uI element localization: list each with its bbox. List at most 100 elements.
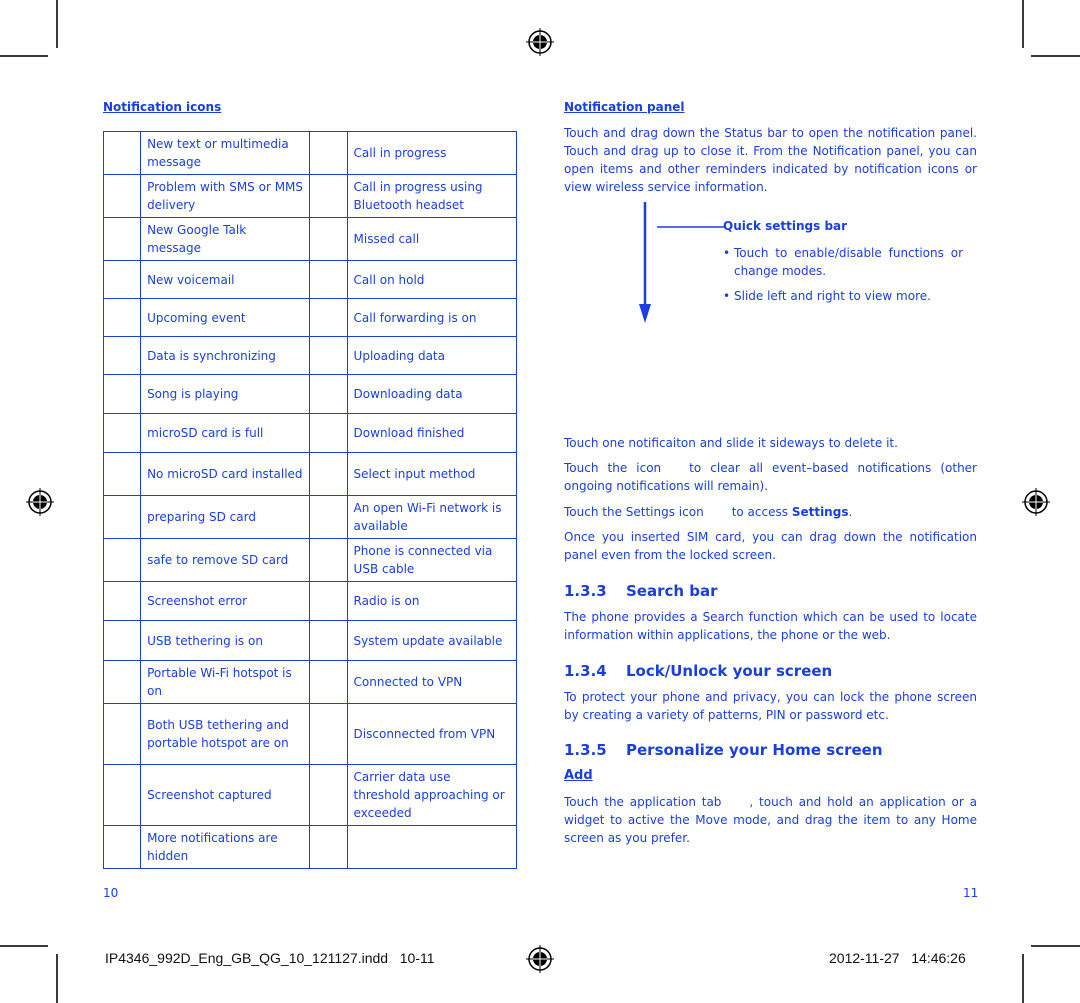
notification-icon-cell	[309, 131, 348, 175]
crop-mark	[1031, 945, 1080, 947]
section-title: Lock/Unlock your screen	[626, 662, 833, 680]
notification-icon-cell	[309, 217, 348, 261]
notification-icon-cell	[102, 298, 142, 337]
notification-description-right: System update available	[346, 620, 518, 661]
page-number-left: 10	[103, 886, 119, 900]
section-title: Personalize your Home screen	[626, 741, 883, 759]
notification-description-left: Portable Wi-Fi hotspot is on	[140, 660, 311, 704]
notification-icon-cell	[102, 452, 142, 496]
notification-icon-cell	[309, 825, 348, 869]
notification-icon-cell	[102, 825, 142, 869]
notification-icon-cell	[102, 581, 142, 621]
bullet-item: Slide left and right to view more.	[721, 287, 963, 305]
section-title: Search bar	[626, 582, 718, 600]
notification-icon-cell	[309, 764, 348, 826]
table-row: Problem with SMS or MMS delivery Call in …	[102, 174, 518, 218]
notification-description-right: Radio is on	[346, 581, 518, 621]
crop-mark	[1022, 954, 1024, 1003]
notification-icon-cell	[309, 298, 348, 337]
notification-description-left: preparing SD card	[140, 495, 311, 539]
slug-pages: 10-11	[399, 950, 435, 966]
notification-icon-cell	[309, 260, 348, 299]
table-row: New Google Talk message Missed call	[102, 217, 518, 261]
registration-mark-icon	[26, 488, 54, 516]
settings-bold: Settings	[791, 505, 849, 519]
table-row: Screenshot captured Carrier data use thre…	[102, 764, 518, 826]
notification-icon-cell	[102, 374, 142, 414]
notification-icon-cell	[102, 260, 142, 299]
lock-unlock-body: To protect your phone and privacy, you c…	[564, 690, 977, 722]
notification-description-left: New Google Talk message	[140, 217, 311, 261]
notification-description-right: Uploading data	[346, 336, 518, 375]
notification-description-right: Disconnected from VPN	[346, 703, 518, 765]
notification-description-left: No microSD card installed	[140, 452, 311, 496]
notification-panel-heading: Notification panel	[564, 100, 685, 114]
notification-icon-cell	[102, 131, 142, 175]
table-row: Upcoming event Call forwarding is on	[102, 298, 518, 337]
section-heading-lock-unlock: 1.3.4 Lock/Unlock your screen	[564, 662, 832, 680]
drag-down-arrow-icon	[639, 202, 724, 323]
notification-icon-cell	[309, 703, 348, 765]
crop-mark	[0, 55, 48, 57]
add-heading: Add	[564, 768, 593, 783]
sim-text: Once you inserted SIM card, you can drag…	[564, 530, 977, 562]
notification-description-left: More notifications are hidden	[140, 825, 311, 869]
notification-panel-intro: Touch and drag down the Status bar to op…	[564, 126, 977, 194]
notification-description-right: Call on hold	[346, 260, 518, 299]
section-number: 1.3.3	[564, 582, 607, 600]
section-number: 1.3.4	[564, 662, 607, 680]
notification-description-right: Download finished	[346, 413, 518, 453]
bullet-item: Touch to enable/disable functions or cha…	[721, 244, 963, 280]
notification-description-right: Carrier data use threshold approaching o…	[346, 764, 518, 826]
notification-icons-heading: Notification icons	[103, 100, 222, 114]
notification-icon-cell	[309, 620, 348, 661]
slug-filename: IP4346_992D_Eng_GB_QG_10_121127.indd 10-…	[105, 950, 435, 966]
table-row: No microSD card installed Select input me…	[102, 452, 518, 496]
section-heading-personalize: 1.3.5 Personalize your Home screen	[564, 741, 883, 759]
notification-description-right: An open Wi-Fi network is available	[346, 495, 518, 539]
notification-icon-cell	[102, 660, 142, 704]
registration-mark-icon	[1022, 488, 1050, 516]
table-row: Data is synchronizing Uploading data	[102, 336, 518, 375]
notification-description-right	[346, 825, 518, 869]
clear-text-start: Touch the icon	[564, 461, 662, 475]
registration-mark-icon	[526, 945, 554, 973]
notification-icon-cell	[102, 336, 142, 375]
table-row: safe to remove SD card Phone is connected…	[102, 538, 518, 582]
notification-icon-cell	[309, 495, 348, 539]
quick-settings-label: Quick settings bar	[723, 219, 848, 233]
table-row: Portable Wi-Fi hotspot is on Connected to…	[102, 660, 518, 704]
notification-description-left: Data is synchronizing	[140, 336, 311, 375]
notification-description-right: Call in progress	[346, 131, 518, 175]
notification-description-left: Screenshot captured	[140, 764, 311, 826]
section-heading-search-bar: 1.3.3 Search bar	[564, 582, 718, 600]
delete-notification-text: Touch one notificaiton and slide it side…	[564, 436, 898, 450]
notification-description-left: Upcoming event	[140, 298, 311, 337]
table-row: USB tethering is on System update availab…	[102, 620, 518, 661]
notification-icon-cell	[102, 620, 142, 661]
notification-icon-cell	[102, 217, 142, 261]
notification-icon-cell	[102, 764, 142, 826]
settings-text-mid: to access	[731, 505, 788, 519]
notification-description-left: Problem with SMS or MMS delivery	[140, 174, 311, 218]
notification-description-right: Missed call	[346, 217, 518, 261]
table-row: Song is playing Downloading data	[102, 374, 518, 414]
notification-icon-cell	[309, 174, 348, 218]
table-row: Screenshot error Radio is on	[102, 581, 518, 621]
notification-description-left: USB tethering is on	[140, 620, 311, 661]
notification-description-right: Call in progress using Bluetooth headset	[346, 174, 518, 218]
notification-icon-cell	[309, 538, 348, 582]
clear-notifications-text: Touch the icon to clear all event–based n…	[564, 459, 977, 495]
add-text-start: Touch the application tab	[564, 795, 722, 809]
crop-mark	[1022, 0, 1024, 48]
notification-description-left: Song is playing	[140, 374, 311, 414]
notification-description-left: microSD card is full	[140, 413, 311, 453]
notification-description-left: safe to remove SD card	[140, 538, 311, 582]
quick-settings-bullets: Touch to enable/disable functions or cha…	[721, 244, 963, 312]
crop-mark	[1031, 55, 1080, 57]
notification-icon-cell	[309, 581, 348, 621]
slug-file: IP4346_992D_Eng_GB_QG_10_121127.indd	[105, 950, 389, 966]
notification-icon-cell	[102, 413, 142, 453]
notification-icon-cell	[102, 538, 142, 582]
notification-description-left: New text or multimedia message	[140, 131, 311, 175]
